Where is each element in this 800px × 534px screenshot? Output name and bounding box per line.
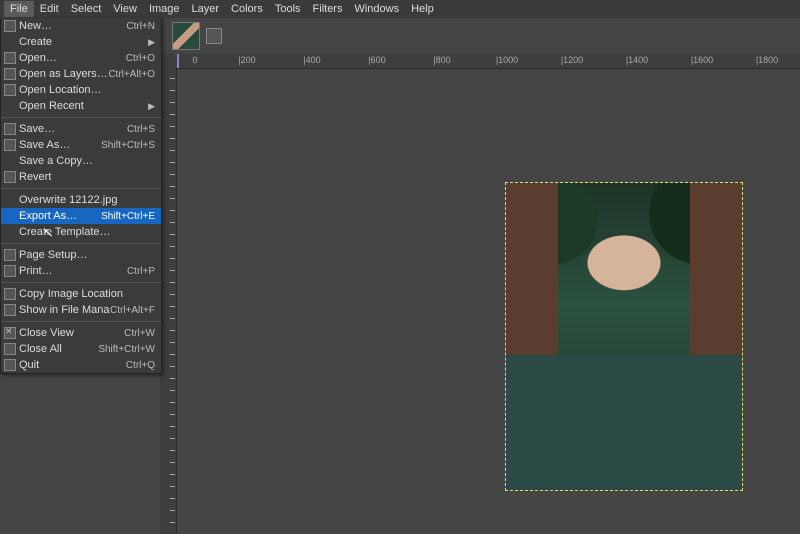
menu-item-open-recent[interactable]: Open Recent▶ xyxy=(1,98,161,114)
menu-item-shortcut: Shift+Ctrl+E xyxy=(101,211,155,222)
menu-item-shortcut: Ctrl+N xyxy=(126,21,155,32)
menu-view[interactable]: View xyxy=(107,1,143,17)
menu-item-label: Open Recent xyxy=(19,100,148,112)
menu-item-label: Show in File Manager xyxy=(19,304,110,316)
menu-item-label: New… xyxy=(19,20,126,32)
menu-item-save-a-copy[interactable]: Save a Copy… xyxy=(1,153,161,169)
menu-item-label: Overwrite 12122.jpg xyxy=(19,194,155,206)
menu-item-shortcut: Ctrl+O xyxy=(126,53,155,64)
menu-item-label: Copy Image Location xyxy=(19,288,155,300)
submenu-arrow-icon: ▶ xyxy=(148,37,155,48)
ruler-mark: |1400 xyxy=(626,55,648,65)
menu-item-label: Export As… xyxy=(19,210,101,222)
menu-help[interactable]: Help xyxy=(405,1,440,17)
canvas[interactable] xyxy=(505,182,743,491)
menu-item-open-location[interactable]: Open Location… xyxy=(1,82,161,98)
menu-item-shortcut: Ctrl+Alt+F xyxy=(110,305,155,316)
menu-layer[interactable]: Layer xyxy=(186,1,226,17)
menu-item-shortcut: Ctrl+Alt+O xyxy=(108,69,155,80)
menu-item-show-in-file-manager[interactable]: Show in File ManagerCtrl+Alt+F xyxy=(1,302,161,318)
menu-tools[interactable]: Tools xyxy=(269,1,307,17)
menu-item-save[interactable]: Save…Ctrl+S xyxy=(1,121,161,137)
menu-item-label: Open as Layers… xyxy=(19,68,108,80)
menu-item-open[interactable]: Open…Ctrl+O xyxy=(1,50,161,66)
menu-windows[interactable]: Windows xyxy=(348,1,405,17)
menu-item-icon xyxy=(4,343,16,355)
menu-item-label: Save a Copy… xyxy=(19,155,155,167)
menu-filters[interactable]: Filters xyxy=(307,1,349,17)
menu-item-icon xyxy=(4,304,16,316)
menu-edit[interactable]: Edit xyxy=(34,1,65,17)
menu-item-shortcut: Shift+Ctrl+S xyxy=(101,140,155,151)
menu-item-icon xyxy=(4,327,16,339)
menu-item-label: Save… xyxy=(19,123,127,135)
menu-item-icon xyxy=(4,84,16,96)
menu-item-export-as[interactable]: Export As…Shift+Ctrl+E xyxy=(1,208,161,224)
menu-item-shortcut: Ctrl+P xyxy=(127,266,155,277)
ruler-mark: |400 xyxy=(303,55,320,65)
menu-item-close-all[interactable]: Close AllShift+Ctrl+W xyxy=(1,341,161,357)
ruler-mark: |1200 xyxy=(561,55,583,65)
submenu-arrow-icon: ▶ xyxy=(148,101,155,112)
menu-item-label: Page Setup… xyxy=(19,249,155,261)
menu-item-label: Open… xyxy=(19,52,126,64)
menu-item-page-setup[interactable]: Page Setup… xyxy=(1,247,161,263)
ruler-mark: |1800 xyxy=(756,55,778,65)
menu-item-quit[interactable]: QuitCtrl+Q xyxy=(1,357,161,373)
menu-item-icon xyxy=(4,68,16,80)
menu-item-shortcut: Ctrl+Q xyxy=(126,360,155,371)
menu-colors[interactable]: Colors xyxy=(225,1,269,17)
menu-item-icon xyxy=(4,52,16,64)
menu-item-revert[interactable]: Revert xyxy=(1,169,161,185)
menu-item-save-as[interactable]: Save As…Shift+Ctrl+S xyxy=(1,137,161,153)
menu-item-label: Open Location… xyxy=(19,84,155,96)
ruler-vertical xyxy=(160,68,177,534)
menu-item-create-template[interactable]: Create Template… xyxy=(1,224,161,240)
menu-item-icon xyxy=(4,288,16,300)
menu-item-icon xyxy=(4,359,16,371)
menu-item-overwrite-12122-jpg[interactable]: Overwrite 12122.jpg xyxy=(1,192,161,208)
document-thumbnail[interactable] xyxy=(172,22,200,50)
menu-item-icon xyxy=(4,249,16,261)
menu-item-shortcut: Shift+Ctrl+W xyxy=(98,344,155,355)
menu-item-label: Close All xyxy=(19,343,98,355)
menu-item-copy-image-location[interactable]: Copy Image Location xyxy=(1,286,161,302)
ruler-mark: |1600 xyxy=(691,55,713,65)
menu-item-icon xyxy=(4,123,16,135)
menu-file[interactable]: File xyxy=(4,1,34,17)
menu-item-label: Create xyxy=(19,36,148,48)
ruler-mark: |1000 xyxy=(496,55,518,65)
menu-item-label: Print… xyxy=(19,265,127,277)
menu-item-create[interactable]: Create▶ xyxy=(1,34,161,50)
menu-item-open-as-layers[interactable]: Open as Layers…Ctrl+Alt+O xyxy=(1,66,161,82)
file-menu-dropdown[interactable]: New…Ctrl+NCreate▶Open…Ctrl+OOpen as Laye… xyxy=(0,18,162,374)
menu-item-new[interactable]: New…Ctrl+N xyxy=(1,18,161,34)
menu-item-icon xyxy=(4,20,16,32)
ruler-mark: |200 xyxy=(238,55,255,65)
menu-item-print[interactable]: Print…Ctrl+P xyxy=(1,263,161,279)
selection-marquee xyxy=(505,182,743,491)
menu-item-label: Save As… xyxy=(19,139,101,151)
menubar[interactable]: FileEditSelectViewImageLayerColorsToolsF… xyxy=(0,0,800,18)
ruler-mark: |600 xyxy=(368,55,385,65)
menu-select[interactable]: Select xyxy=(65,1,108,17)
menu-item-icon xyxy=(4,265,16,277)
menu-item-label: Close View xyxy=(19,327,124,339)
menu-item-shortcut: Ctrl+W xyxy=(124,328,155,339)
menu-item-close-view[interactable]: Close ViewCtrl+W xyxy=(1,325,161,341)
menu-item-icon xyxy=(4,139,16,151)
toolbar-chip[interactable] xyxy=(206,28,222,44)
menu-image[interactable]: Image xyxy=(143,1,186,17)
ruler-mark: |800 xyxy=(433,55,450,65)
menu-item-label: Quit xyxy=(19,359,126,371)
menu-item-label: Revert xyxy=(19,171,155,183)
menu-item-shortcut: Ctrl+S xyxy=(127,124,155,135)
menu-item-icon xyxy=(4,171,16,183)
menu-item-label: Create Template… xyxy=(19,226,155,238)
ruler-mark: 0 xyxy=(192,55,197,65)
